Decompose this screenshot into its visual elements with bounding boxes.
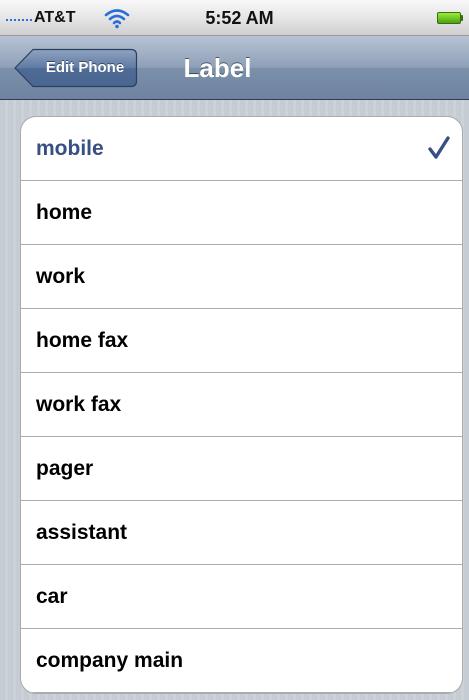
row-label: home fax <box>36 329 129 352</box>
label-row-assistant[interactable]: assistant <box>21 501 462 565</box>
label-row-car[interactable]: car <box>21 565 462 629</box>
row-label: work fax <box>36 393 122 416</box>
row-label: company main <box>36 649 184 672</box>
label-row-work[interactable]: work <box>21 245 462 309</box>
battery-icon <box>437 12 463 24</box>
row-label: pager <box>36 457 94 480</box>
label-row-home[interactable]: home <box>21 181 462 245</box>
row-label: work <box>36 265 86 288</box>
row-label: assistant <box>36 521 128 544</box>
status-bar: AT&T 5:52 AM <box>0 0 469 36</box>
label-row-home-fax[interactable]: home fax <box>21 309 462 373</box>
page-title: Label <box>183 53 252 83</box>
checkmark-icon <box>428 136 450 159</box>
row-label: home <box>36 201 93 224</box>
label-row-work-fax[interactable]: work fax <box>21 373 462 437</box>
label-row-mobile[interactable]: mobile <box>21 117 462 181</box>
label-list-container: mobile home work home fax work fax pager… <box>0 100 469 700</box>
row-label: mobile <box>36 137 104 160</box>
navigation-bar: Edit Phone Label <box>0 36 469 100</box>
label-row-company-main[interactable]: company main <box>21 629 462 693</box>
label-list: mobile home work home fax work fax pager… <box>20 116 463 694</box>
label-row-pager[interactable]: pager <box>21 437 462 501</box>
row-label: car <box>36 585 68 608</box>
status-time: 5:52 AM <box>205 8 274 28</box>
